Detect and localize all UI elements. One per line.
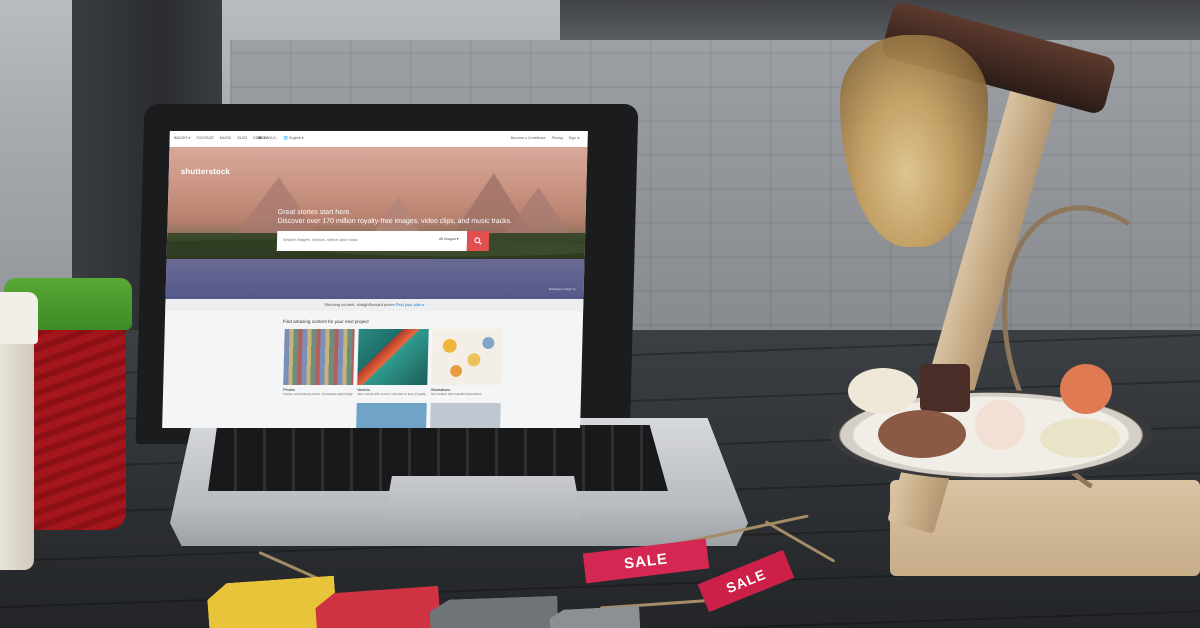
card-thumbnail: [431, 329, 503, 385]
hero-banner: shutterstock Great stories start here. D…: [165, 147, 588, 299]
macaron: [878, 410, 966, 458]
card-vectors[interactable]: Vectors Take control with vectors. Edit …: [357, 329, 429, 397]
site-topbar: IMAGES ▾ FOOTAGE MUSIC BLOG EDITOR ☎ 1-8…: [169, 131, 588, 148]
pricing-link[interactable]: Pricing: [552, 136, 563, 140]
hero-headline: Great stories start here. Discover over …: [277, 209, 512, 226]
phone-link[interactable]: ☎ 1-866-6..: [258, 136, 278, 140]
contributor-link[interactable]: Become a Contributor: [511, 136, 546, 140]
search-icon: [474, 237, 482, 245]
macaron: [975, 400, 1025, 450]
card-illustrations[interactable]: Illustrations Get creative with beautifu…: [431, 329, 503, 397]
site-nav: IMAGES ▾ FOOTAGE MUSIC BLOG EDITOR: [174, 136, 267, 140]
card-description: Explore professional photos. Thousands a…: [282, 392, 353, 396]
search-input[interactable]: Search images, vectors, videos and music: [283, 237, 358, 242]
card-photos[interactable]: Photos Explore professional photos. Thou…: [283, 329, 355, 397]
headline-line-2: Discover over 170 million royalty-free i…: [277, 217, 513, 225]
card-thumbnail: [357, 329, 429, 385]
chocolate-piece: [920, 364, 970, 412]
find-plan-link[interactable]: Find your plan ▸: [396, 302, 425, 307]
nav-music[interactable]: MUSIC: [220, 136, 232, 140]
language-select[interactable]: 🌐 English ▾: [284, 136, 304, 140]
lake: [165, 259, 585, 299]
laptop-screen: IMAGES ▾ FOOTAGE MUSIC BLOG EDITOR ☎ 1-8…: [162, 131, 588, 428]
card-description: Get creative with beautiful illustration…: [430, 392, 482, 396]
grey-tag: [429, 596, 558, 628]
promo-bar: Stunning content, straightforward prices…: [165, 299, 584, 311]
nav-blog[interactable]: BLOG: [237, 136, 247, 140]
white-cup-lid: [0, 292, 38, 344]
macaron: [848, 368, 918, 414]
site-logo[interactable]: shutterstock: [181, 167, 230, 176]
sign-in-link[interactable]: Sign in: [569, 136, 580, 140]
card-thumbnail: [283, 329, 355, 385]
card-description: Take control with vectors. Edit with no …: [356, 392, 427, 396]
card-thumbnail[interactable]: [356, 403, 427, 428]
nav-footage[interactable]: FOOTAGE: [196, 136, 213, 140]
nav-images[interactable]: IMAGES ▾: [174, 136, 191, 140]
site-utils: Become a Contributor Pricing Sign in: [511, 136, 580, 140]
macaron: [1060, 364, 1112, 414]
content-title: Find amazing content for your next proje…: [282, 319, 369, 324]
macaron: [1040, 418, 1120, 458]
contact-lang: ☎ 1-866-6.. 🌐 English ▾: [258, 136, 304, 140]
headline-line-1: Great stories start here.: [277, 209, 352, 216]
photo-scene: IMAGES ▾ FOOTAGE MUSIC BLOG EDITOR ☎ 1-8…: [0, 0, 1200, 628]
window-frame-top: [560, 0, 1200, 40]
laptop-trackpad: [384, 476, 582, 520]
search-type-select[interactable]: All Images ▾: [439, 237, 459, 241]
card-thumbnail[interactable]: [430, 403, 501, 428]
promo-text: Stunning content, straightforward prices: [324, 302, 396, 307]
image-credit: landscape image by...: [548, 287, 578, 291]
search-button[interactable]: [466, 231, 490, 251]
search-box[interactable]: Search images, vectors, videos and music…: [276, 231, 468, 251]
